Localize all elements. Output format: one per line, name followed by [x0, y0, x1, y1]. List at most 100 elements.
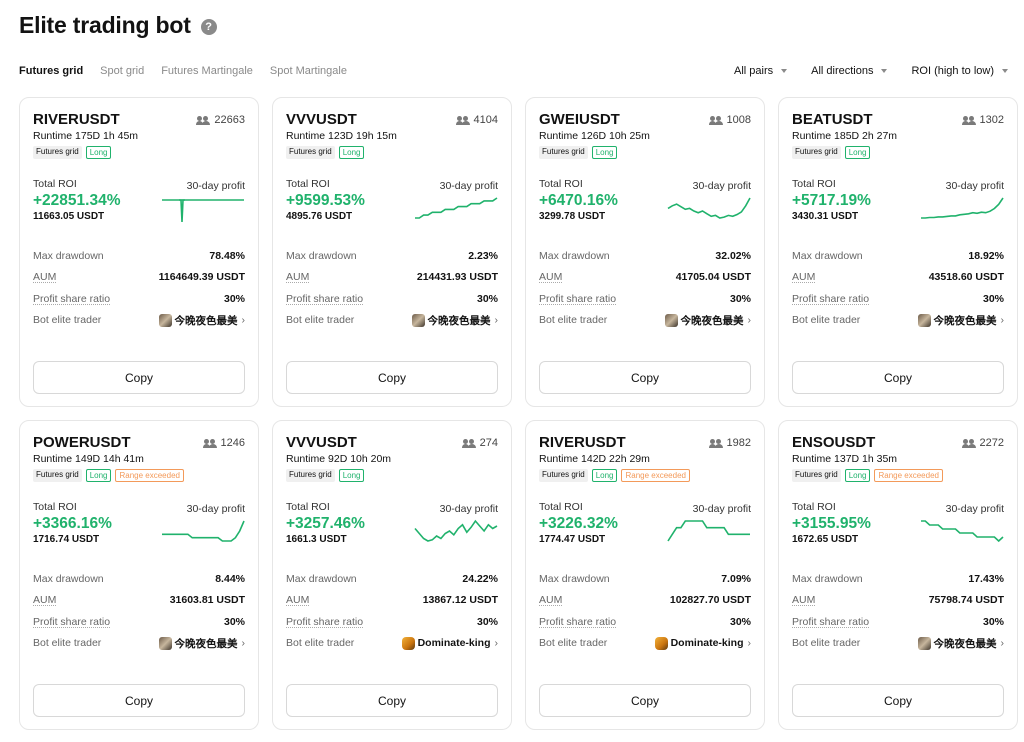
stats-list: Max drawdown 8.44% AUM 31603.81 USDT Pro…	[33, 568, 245, 654]
profit-share-label[interactable]: Profit share ratio	[286, 616, 363, 628]
profit-share-label[interactable]: Profit share ratio	[33, 293, 110, 305]
pair-name: ENSOUSDT	[792, 434, 876, 451]
bot-card[interactable]: BEATUSDT 1302 Runtime 185D 2h 27m Future…	[778, 97, 1018, 407]
chevron-right-icon: ›	[1000, 314, 1005, 327]
copy-button[interactable]: Copy	[33, 361, 245, 394]
chevron-down-icon	[1002, 69, 1008, 73]
profit-sparkline	[921, 197, 1004, 219]
copy-button[interactable]: Copy	[539, 684, 751, 717]
copy-button[interactable]: Copy	[286, 684, 498, 717]
followers-value: 2272	[979, 437, 1004, 449]
aum-value: 1164649.39 USDT	[158, 271, 245, 284]
copy-button[interactable]: Copy	[792, 684, 1004, 717]
aum-label[interactable]: AUM	[286, 594, 309, 606]
sparkline-path	[667, 520, 750, 542]
tag-list: Futures grid Long	[33, 146, 245, 159]
profit-30d-label: 30-day profit	[186, 503, 245, 515]
pair-name: POWERUSDT	[33, 434, 131, 451]
sort-dropdown-label: ROI (high to low)	[911, 65, 994, 77]
sparkline-path	[415, 197, 498, 219]
direction-tag: Long	[591, 146, 618, 159]
aum-row: AUM 31603.81 USDT	[33, 590, 245, 612]
bot-trader-label: Bot elite trader	[286, 637, 355, 650]
bot-type-tag: Futures grid	[286, 469, 335, 482]
bot-card[interactable]: VVVUSDT 274 Runtime 92D 10h 20m Futures …	[272, 420, 512, 730]
trader-link[interactable]: 今晚夜色最美 ›	[158, 313, 245, 328]
trader-link[interactable]: 今晚夜色最美 ›	[158, 636, 245, 651]
max-drawdown-row: Max drawdown 8.44%	[33, 568, 245, 590]
question-circle-icon[interactable]: ?	[200, 18, 217, 35]
bot-trader-label: Bot elite trader	[539, 637, 608, 650]
profit-share-label[interactable]: Profit share ratio	[792, 293, 869, 305]
aum-value: 41705.04 USDT	[675, 271, 751, 284]
pairs-dropdown[interactable]: All pairs	[733, 65, 788, 77]
aum-label[interactable]: AUM	[539, 271, 562, 283]
bot-card[interactable]: GWEIUSDT 1008 Runtime 126D 10h 25m Futur…	[525, 97, 765, 407]
profit-share-label[interactable]: Profit share ratio	[792, 616, 869, 628]
copy-button[interactable]: Copy	[539, 361, 751, 394]
sort-dropdown[interactable]: ROI (high to low)	[911, 65, 1008, 77]
trader-row: Bot elite trader 今晚夜色最美 ›	[792, 310, 1004, 332]
pairs-dropdown-label: All pairs	[733, 65, 774, 77]
followers-count: 1246	[202, 437, 245, 449]
trader-link[interactable]: 今晚夜色最美 ›	[917, 313, 1005, 328]
profit-share-label[interactable]: Profit share ratio	[33, 616, 110, 628]
roi-block: Total ROI +9599.53% 4895.76 USDT 30-day …	[286, 178, 498, 230]
copy-button[interactable]: Copy	[33, 684, 245, 717]
pair-name: RIVERUSDT	[33, 111, 120, 128]
profit-30d-label: 30-day profit	[692, 180, 751, 192]
profit-sparkline	[162, 520, 245, 542]
followers-count: 1302	[961, 114, 1004, 126]
bot-card[interactable]: ENSOUSDT 2272 Runtime 137D 1h 35m Future…	[778, 420, 1018, 730]
max-drawdown-row: Max drawdown 18.92%	[792, 245, 1004, 267]
profit-share-row: Profit share ratio 30%	[539, 288, 751, 310]
aum-label[interactable]: AUM	[792, 271, 815, 283]
bot-card[interactable]: RIVERUSDT 22663 Runtime 175D 1h 45m Futu…	[19, 97, 259, 407]
trader-link[interactable]: 今晚夜色最美 ›	[411, 313, 498, 328]
aum-label[interactable]: AUM	[33, 594, 56, 606]
users-icon	[961, 438, 976, 448]
bot-trader-label: Bot elite trader	[33, 314, 102, 327]
sparkline-path	[414, 519, 498, 542]
followers-value: 22663	[214, 114, 245, 126]
trader-row: Bot elite trader 今晚夜色最美 ›	[33, 310, 245, 332]
tab-spot-martingale[interactable]: Spot Martingale	[270, 65, 347, 77]
trader-link[interactable]: 今晚夜色最美 ›	[917, 636, 1005, 651]
stats-list: Max drawdown 2.23% AUM 214431.93 USDT Pr…	[286, 245, 498, 331]
max-drawdown-row: Max drawdown 2.23%	[286, 245, 498, 267]
aum-label[interactable]: AUM	[286, 271, 309, 283]
trader-link[interactable]: Dominate-king ›	[654, 636, 751, 650]
pair-name: VVVUSDT	[286, 111, 357, 128]
copy-button[interactable]: Copy	[792, 361, 1004, 394]
copy-button[interactable]: Copy	[286, 361, 498, 394]
profit-30d-label: 30-day profit	[692, 503, 751, 515]
followers-count: 22663	[196, 114, 245, 126]
aum-label[interactable]: AUM	[792, 594, 815, 606]
pair-name: BEATUSDT	[792, 111, 873, 128]
runtime: Runtime 126D 10h 25m	[539, 130, 650, 142]
users-icon	[461, 438, 476, 448]
bot-card[interactable]: POWERUSDT 1246 Runtime 149D 14h 41m Futu…	[19, 420, 259, 730]
trader-link[interactable]: 今晚夜色最美 ›	[664, 313, 752, 328]
profit-share-label[interactable]: Profit share ratio	[286, 293, 363, 305]
bot-card[interactable]: VVVUSDT 4104 Runtime 123D 19h 15m Future…	[272, 97, 512, 407]
directions-dropdown[interactable]: All directions	[811, 65, 888, 77]
trader-link[interactable]: Dominate-king ›	[401, 636, 498, 650]
runtime: Runtime 149D 14h 41m	[33, 453, 144, 465]
max-drawdown-value: 32.02%	[715, 249, 751, 262]
aum-label[interactable]: AUM	[539, 594, 562, 606]
bot-card[interactable]: RIVERUSDT 1982 Runtime 142D 22h 29m Futu…	[525, 420, 765, 730]
profit-share-value: 30%	[729, 292, 751, 305]
sparkline-path	[667, 197, 751, 219]
tab-futures-martingale[interactable]: Futures Martingale	[161, 65, 253, 77]
aum-label[interactable]: AUM	[33, 271, 56, 283]
roi-block: Total ROI +3366.16% 1716.74 USDT 30-day …	[33, 501, 245, 553]
profit-share-label[interactable]: Profit share ratio	[539, 293, 616, 305]
followers-count: 2272	[961, 437, 1004, 449]
profit-share-label[interactable]: Profit share ratio	[539, 616, 616, 628]
chevron-right-icon: ›	[1000, 637, 1005, 650]
tab-futures-grid[interactable]: Futures grid	[19, 65, 83, 77]
tab-spot-grid[interactable]: Spot grid	[100, 65, 144, 77]
chevron-down-icon	[781, 69, 788, 73]
chevron-right-icon: ›	[747, 314, 752, 327]
